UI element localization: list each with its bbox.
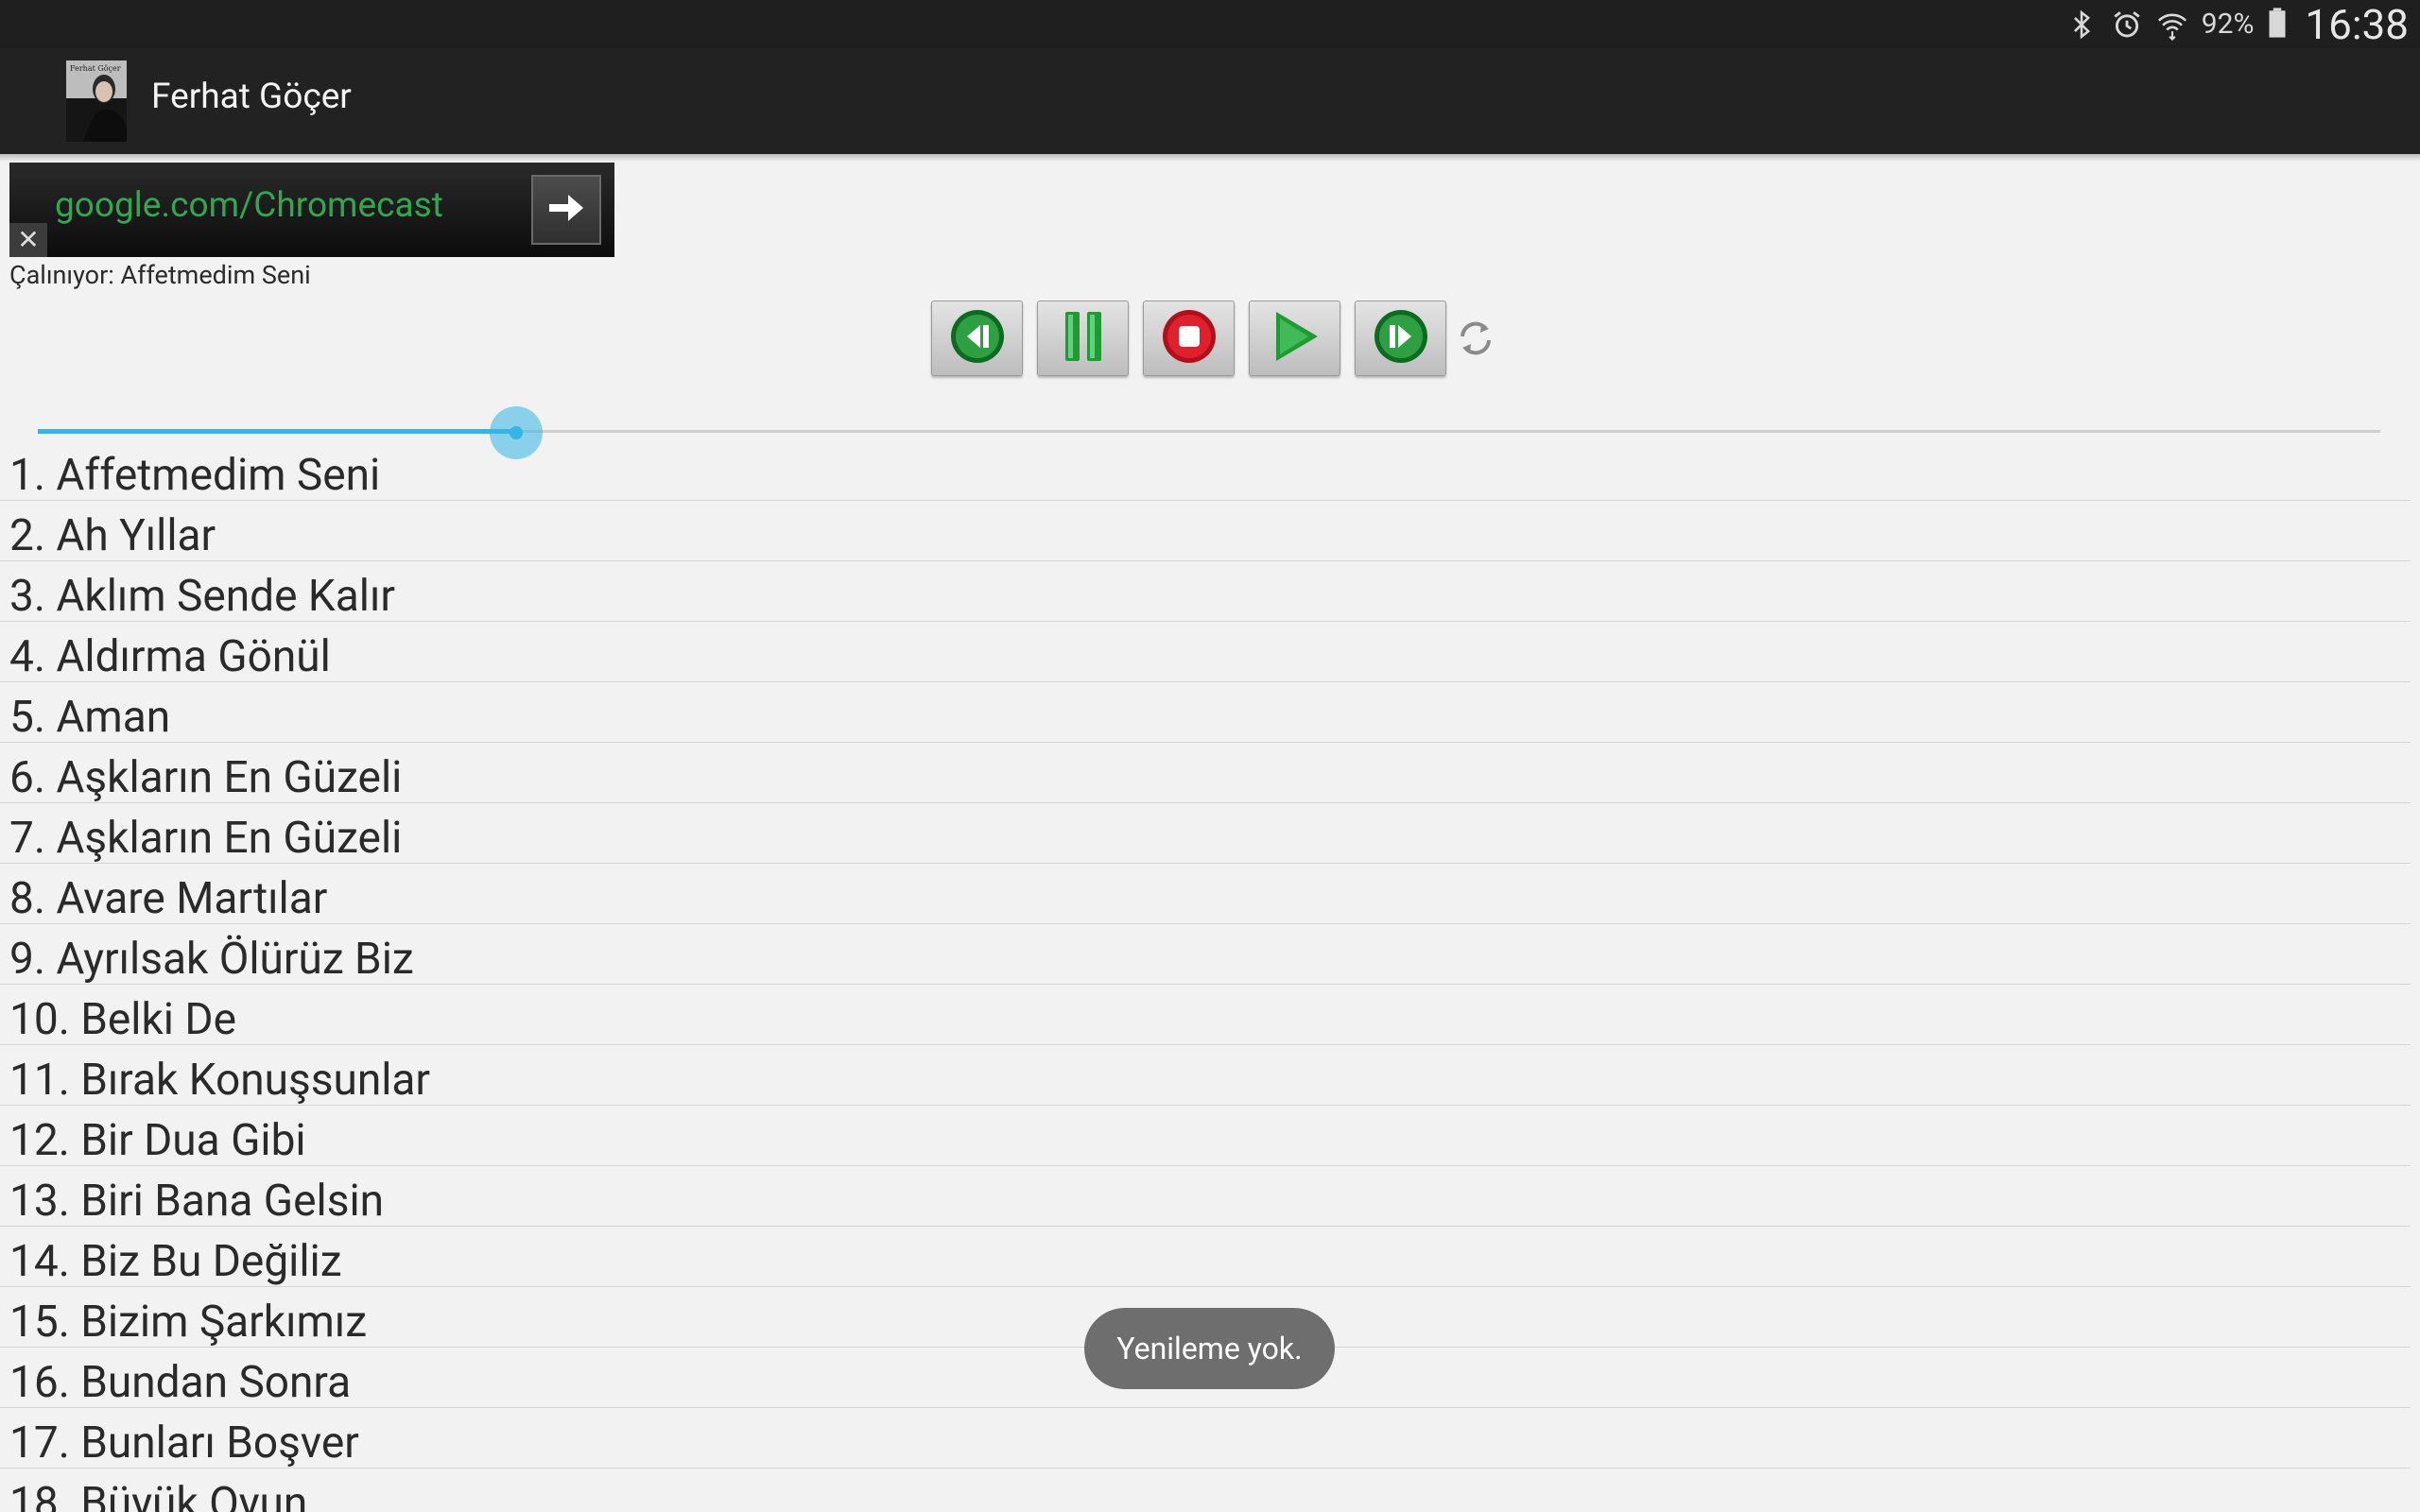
track-item[interactable]: 17. Bunları Boşver bbox=[0, 1408, 2411, 1469]
ad-banner[interactable]: google.com/Chromecast ✕ bbox=[9, 163, 614, 257]
track-title: 13. Biri Bana Gelsin bbox=[9, 1176, 385, 1227]
battery-icon bbox=[2267, 7, 2288, 43]
ad-close-button[interactable]: ✕ bbox=[9, 223, 47, 257]
track-title: 11. Bırak Konuşsunlar bbox=[9, 1055, 431, 1106]
ad-text[interactable]: google.com/Chromecast bbox=[55, 185, 443, 226]
stop-icon bbox=[1159, 306, 1219, 370]
toast-message: Yenileme yok. bbox=[1084, 1308, 1335, 1389]
clock: 16:38 bbox=[2305, 0, 2409, 49]
ad-arrow-button[interactable] bbox=[531, 175, 601, 245]
track-item[interactable]: 10. Belki De bbox=[0, 985, 2411, 1045]
track-title: 15. Bizim Şarkımız bbox=[9, 1297, 368, 1348]
track-title: 18. Büyük Oyun bbox=[9, 1478, 308, 1512]
bluetooth-icon bbox=[2066, 9, 2098, 41]
app-icon[interactable]: Ferhat Göçer bbox=[66, 60, 127, 142]
track-title: 3. Aklım Sende Kalır bbox=[9, 571, 395, 622]
status-icons: 92% 16:38 bbox=[2066, 0, 2409, 49]
track-title: 5. Aman bbox=[9, 692, 171, 743]
track-item[interactable]: 14. Biz Bu Değiliz bbox=[0, 1227, 2411, 1287]
track-title: 6. Aşkların En Güzeli bbox=[9, 752, 403, 803]
track-item[interactable]: 3. Aklım Sende Kalır bbox=[0, 561, 2411, 622]
track-item[interactable]: 18. Büyük Oyun bbox=[0, 1469, 2411, 1512]
track-title: 17. Bunları Boşver bbox=[9, 1418, 359, 1469]
wifi-icon bbox=[2156, 9, 2188, 41]
pause-icon bbox=[1053, 306, 1114, 370]
track-item[interactable]: 6. Aşkların En Güzeli bbox=[0, 743, 2411, 803]
track-title: 10. Belki De bbox=[9, 994, 236, 1045]
avatar-caption: Ferhat Göçer bbox=[70, 64, 121, 73]
track-title: 16. Bundan Sonra bbox=[9, 1357, 352, 1408]
track-item[interactable]: 7. Aşkların En Güzeli bbox=[0, 803, 2411, 864]
track-item[interactable]: 11. Bırak Konuşsunlar bbox=[0, 1045, 2411, 1106]
track-title: 8. Avare Martılar bbox=[9, 873, 328, 924]
track-item[interactable]: 13. Biri Bana Gelsin bbox=[0, 1166, 2411, 1227]
status-bar: 92% 16:38 bbox=[0, 0, 2420, 49]
app-title: Ferhat Göçer bbox=[151, 77, 352, 117]
track-item[interactable]: 5. Aman bbox=[0, 682, 2411, 743]
track-title: 14. Biz Bu Değiliz bbox=[9, 1236, 342, 1287]
play-button[interactable] bbox=[1249, 301, 1340, 376]
track-title: 1. Affetmedim Seni bbox=[9, 450, 381, 501]
track-title: 4. Aldırma Gönül bbox=[9, 631, 331, 682]
track-title: 2. Ah Yıllar bbox=[9, 510, 216, 561]
track-item[interactable]: 9. Ayrılsak Ölürüz Biz bbox=[0, 924, 2411, 985]
stop-button[interactable] bbox=[1143, 301, 1235, 376]
track-item[interactable]: 8. Avare Martılar bbox=[0, 864, 2411, 924]
track-item[interactable]: 1. Affetmedim Seni bbox=[0, 440, 2411, 501]
pause-button[interactable] bbox=[1037, 301, 1129, 376]
repeat-icon[interactable] bbox=[1453, 316, 1498, 361]
track-title: 7. Aşkların En Güzeli bbox=[9, 813, 403, 864]
play-icon bbox=[1265, 306, 1325, 370]
track-title: 9. Ayrılsak Ölürüz Biz bbox=[9, 934, 414, 985]
previous-icon bbox=[947, 306, 1008, 370]
track-item[interactable]: 2. Ah Yıllar bbox=[0, 501, 2411, 561]
player-controls bbox=[931, 301, 1498, 376]
action-bar: Ferhat Göçer Ferhat Göçer bbox=[0, 48, 2420, 154]
action-bar-shadow bbox=[0, 154, 2420, 162]
track-title: 12. Bir Dua Gibi bbox=[9, 1115, 306, 1166]
next-icon bbox=[1371, 306, 1431, 370]
now-playing-label: Çalınıyor: Affetmedim Seni bbox=[9, 260, 311, 290]
next-button[interactable] bbox=[1355, 301, 1446, 376]
arrow-right-icon bbox=[547, 191, 585, 229]
seek-progress bbox=[38, 429, 516, 434]
alarm-icon bbox=[2111, 9, 2143, 41]
previous-button[interactable] bbox=[931, 301, 1023, 376]
track-item[interactable]: 12. Bir Dua Gibi bbox=[0, 1106, 2411, 1166]
battery-percent: 92% bbox=[2201, 8, 2255, 41]
track-item[interactable]: 4. Aldırma Gönül bbox=[0, 622, 2411, 682]
